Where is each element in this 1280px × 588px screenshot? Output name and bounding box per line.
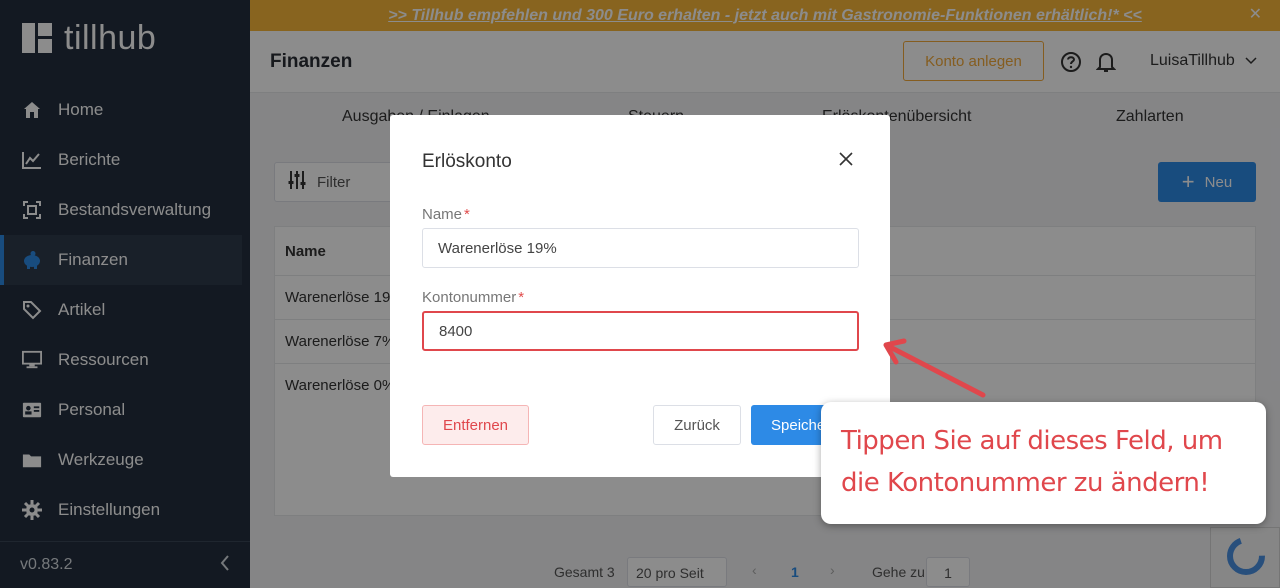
instruction-callout: Tippen Sie auf dieses Feld, um die Konto… xyxy=(821,402,1266,524)
instruction-text: Tippen Sie auf dieses Feld, um die Konto… xyxy=(841,426,1223,498)
name-value: Warenerlöse 19% xyxy=(438,239,557,257)
remove-button[interactable]: Entfernen xyxy=(422,405,529,445)
account-number-input[interactable]: 8400 xyxy=(422,311,859,351)
account-number-label: Kontonummer * xyxy=(422,289,525,306)
name-label: Name * xyxy=(422,206,470,223)
account-number-label-text: Kontonummer xyxy=(422,289,517,306)
dialog-title: Erlöskonto xyxy=(422,151,512,172)
account-number-value: 8400 xyxy=(439,322,473,340)
back-button[interactable]: Zurück xyxy=(653,405,741,445)
name-label-text: Name xyxy=(422,206,463,223)
close-icon[interactable] xyxy=(839,152,855,168)
name-input[interactable]: Warenerlöse 19% xyxy=(422,228,859,268)
revenue-account-dialog: Erlöskonto Name * Warenerlöse 19% Kontonu… xyxy=(390,115,890,477)
annotation-arrow-icon xyxy=(883,338,986,398)
